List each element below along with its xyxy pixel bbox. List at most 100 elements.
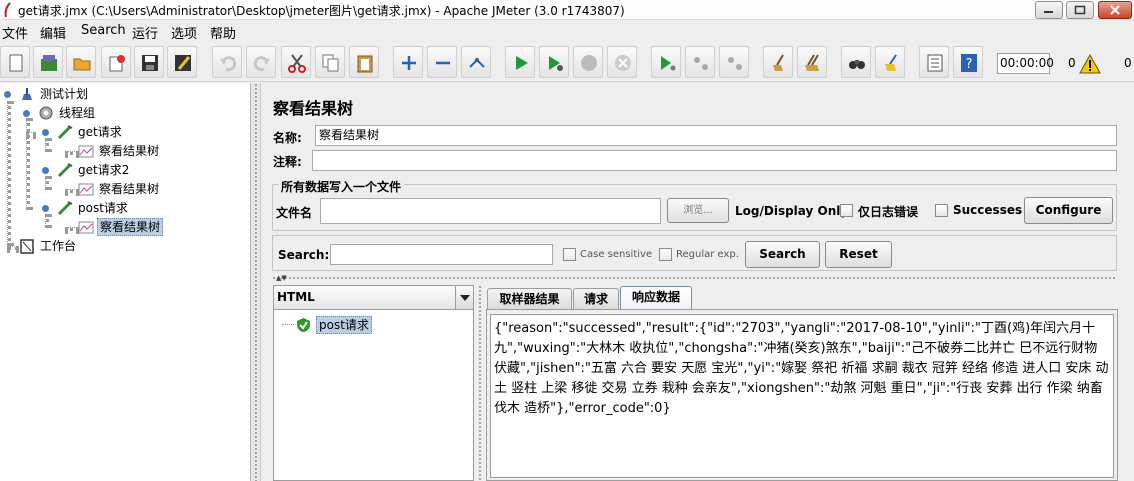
- collapse-toggle-icon[interactable]: [41, 128, 50, 137]
- listener-icon: [78, 183, 94, 196]
- view-results-tree-panel: 察看结果树 名称: 察看结果树 注释: 所有数据写入一个文件 文件名 浏览...…: [262, 83, 1134, 481]
- new-button[interactable]: [0, 46, 30, 78]
- split-divider[interactable]: [272, 276, 1117, 281]
- paste-button[interactable]: [349, 46, 379, 78]
- active-thread-count: 0: [1124, 56, 1132, 70]
- search-button[interactable]: Search: [745, 241, 820, 268]
- function-helper-button[interactable]: [919, 46, 949, 78]
- results-splitter[interactable]: [475, 285, 485, 481]
- sample-result-list: HTML post请求: [273, 285, 474, 481]
- toggle-icon: [469, 58, 485, 68]
- copy-button[interactable]: [315, 46, 345, 78]
- start-button[interactable]: [505, 46, 535, 78]
- undo-button[interactable]: [212, 46, 242, 78]
- stop-button[interactable]: [573, 46, 603, 78]
- search-input[interactable]: [330, 244, 553, 265]
- remote-stop-icon: [694, 57, 708, 70]
- tab-request[interactable]: 请求: [573, 288, 619, 310]
- collapse-toggle-icon[interactable]: [41, 204, 50, 213]
- divider-arrows-icon[interactable]: ▲▼: [276, 274, 287, 282]
- save-button[interactable]: [134, 46, 164, 78]
- collapse-all-button[interactable]: [427, 46, 457, 78]
- close-file-icon: [109, 55, 125, 72]
- collapse-toggle-icon[interactable]: [41, 166, 50, 175]
- tab-sampler-result[interactable]: 取样器结果: [487, 288, 572, 310]
- expand-all-button[interactable]: [393, 46, 423, 78]
- open-button[interactable]: [66, 46, 96, 78]
- sample-result-label: post请求: [316, 316, 372, 334]
- menu-search[interactable]: Search: [81, 23, 126, 38]
- broom-search-icon: [885, 54, 897, 71]
- response-body[interactable]: {"reason":"successed","result":{"id":"27…: [490, 314, 1114, 478]
- collapse-toggle-icon[interactable]: [3, 90, 12, 99]
- clear-all-button[interactable]: [797, 46, 827, 78]
- http-sampler-icon: [57, 125, 73, 140]
- menu-help[interactable]: 帮助: [210, 23, 236, 42]
- configure-button[interactable]: Configure: [1024, 197, 1113, 224]
- splitter-grip: [478, 285, 482, 481]
- close-icon: [1110, 5, 1120, 15]
- main-splitter[interactable]: [251, 83, 261, 481]
- redo-button[interactable]: [246, 46, 276, 78]
- templates-icon: [41, 55, 57, 71]
- remote-shutdown-all-button[interactable]: [719, 46, 749, 78]
- filename-label: 文件名: [276, 206, 313, 220]
- undo-icon: [220, 56, 237, 72]
- http-sampler-icon: [57, 163, 73, 178]
- toggle-button[interactable]: [461, 46, 491, 78]
- menu-file[interactable]: 文件: [2, 23, 28, 42]
- start-no-pause-button[interactable]: [539, 46, 569, 78]
- help-icon: ?: [961, 54, 977, 72]
- http-sampler-icon: [57, 201, 73, 216]
- dropdown-button[interactable]: [455, 286, 473, 309]
- menu-run[interactable]: 运行: [132, 23, 158, 42]
- close-button[interactable]: [1098, 1, 1132, 19]
- file-output-group-title: 所有数据写入一个文件: [278, 178, 405, 195]
- menu-bar: 文件 编辑 Search 运行 选项 帮助: [0, 20, 1134, 42]
- maximize-button[interactable]: [1066, 1, 1094, 19]
- redo-icon: [253, 56, 270, 72]
- scissors-icon: [288, 54, 306, 73]
- shutdown-icon: [615, 55, 631, 71]
- reset-button[interactable]: Reset: [825, 241, 892, 268]
- save-as-icon: [175, 55, 191, 71]
- errors-only-checkbox[interactable]: [840, 204, 853, 217]
- elapsed-timer: 00:00:00: [997, 53, 1054, 74]
- menu-edit[interactable]: 编辑: [40, 23, 66, 42]
- warning-icon[interactable]: [1079, 54, 1101, 74]
- tab-response-data[interactable]: 响应数据: [620, 286, 692, 310]
- remote-start-all-button[interactable]: [651, 46, 681, 78]
- reset-search-button[interactable]: [875, 46, 905, 78]
- remote-stop-all-button[interactable]: [685, 46, 715, 78]
- success-shield-icon: [297, 318, 310, 332]
- window-title: get请求.jmx (C:\Users\Administrator\Deskto…: [18, 4, 625, 18]
- case-sensitive-checkbox[interactable]: [563, 248, 576, 261]
- errors-only-label: 仅日志错误: [858, 205, 919, 219]
- list-icon: [927, 54, 943, 72]
- error-count: 0: [1068, 56, 1076, 70]
- cut-button[interactable]: [281, 46, 311, 78]
- binoculars-icon: [849, 60, 865, 69]
- result-tabs: 取样器结果 请求 响应数据 {"reason":"successed","res…: [486, 285, 1118, 481]
- shutdown-button[interactable]: [607, 46, 637, 78]
- splitter-grip: [254, 83, 258, 481]
- renderer-dropdown[interactable]: HTML: [274, 286, 473, 310]
- successes-checkbox[interactable]: [935, 204, 948, 217]
- play-no-pause-icon: [549, 56, 563, 71]
- clear-button[interactable]: [763, 46, 793, 78]
- save-as-button[interactable]: [167, 46, 197, 78]
- menu-options[interactable]: 选项: [171, 23, 197, 42]
- help-button[interactable]: ?: [953, 46, 983, 78]
- comment-field[interactable]: [312, 150, 1117, 171]
- name-field[interactable]: 察看结果树: [315, 125, 1117, 146]
- title-bar: get请求.jmx (C:\Users\Administrator\Deskto…: [0, 0, 1134, 20]
- regex-checkbox[interactable]: [659, 248, 672, 261]
- templates-button[interactable]: [33, 46, 63, 78]
- minimize-button[interactable]: [1035, 1, 1063, 19]
- collapse-toggle-icon[interactable]: [22, 109, 31, 118]
- browse-button[interactable]: 浏览...: [667, 198, 729, 223]
- log-display-label: Log/Display Only:: [735, 204, 853, 218]
- close-file-button[interactable]: [101, 46, 131, 78]
- filename-field[interactable]: [320, 198, 661, 224]
- search-button-toolbar[interactable]: [841, 46, 871, 78]
